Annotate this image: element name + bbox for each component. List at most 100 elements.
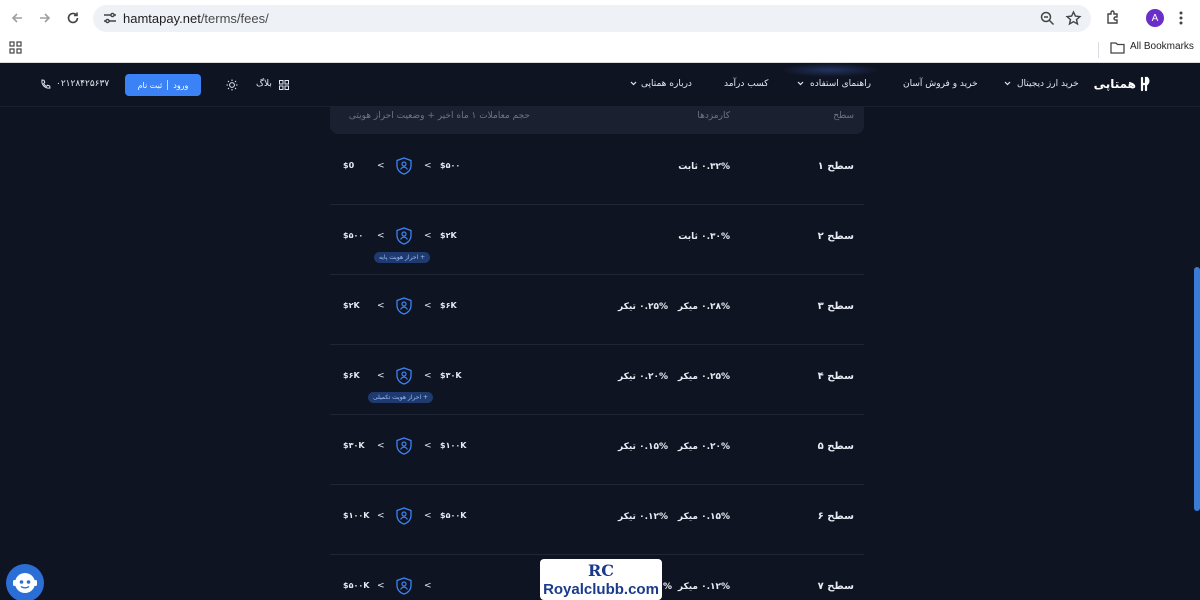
less-than-sign: < <box>377 231 385 241</box>
row-max-volume: $۱۰۰K <box>440 441 467 450</box>
header-glow <box>780 63 880 77</box>
user-shield-icon <box>396 157 412 175</box>
row-max-volume: $۶K <box>440 301 457 310</box>
toolbar: hamtapay.net/terms/fees/ A <box>0 0 1200 37</box>
login-label[interactable]: ورود <box>173 81 188 90</box>
row-maker-fee: ۰.۳۰% ثابت <box>678 232 730 242</box>
user-shield-icon <box>396 507 412 525</box>
phone-icon <box>41 79 51 89</box>
site-settings-icon[interactable] <box>102 10 118 26</box>
nav-blog[interactable]: بلاگ <box>256 79 272 89</box>
forward-button[interactable] <box>34 7 56 29</box>
table-row: سطح ۵ ۰.۲۰% میکر ۰.۱۵% تیکر $۱۰۰K < < $۳… <box>330 415 864 485</box>
less-than-sign: < <box>424 441 432 451</box>
nav-earn[interactable]: کسب درآمد <box>724 79 768 89</box>
row-maker-fee: ۰.۲۰% میکر <box>677 442 730 452</box>
more-menu-icon[interactable] <box>1176 10 1186 26</box>
table-row: سطح ۱ ۰.۳۲% ثابت $۵۰۰ < < $0 <box>330 135 864 205</box>
zoom-icon[interactable] <box>1039 10 1056 27</box>
nav-about[interactable]: درباره همتاپی <box>641 79 692 89</box>
bookmarks-bar: All Bookmarks <box>0 37 1200 63</box>
row-min-volume: $۱۰۰K <box>343 511 370 520</box>
kyc-badge: + احراز هویت تکمیلی <box>368 392 434 403</box>
reload-icon <box>67 12 79 24</box>
user-shield-icon <box>396 227 412 245</box>
chat-bot-icon <box>13 573 37 593</box>
hamtapay-logo-icon[interactable] <box>1139 76 1155 92</box>
row-max-volume: $۵۰۰K <box>440 511 467 520</box>
site-header: همتاپی خرید ارز دیجیتال خرید و فروش آسان… <box>0 63 1200 107</box>
row-max-volume: $۳۰K <box>440 371 462 380</box>
row-min-volume: $۶K <box>343 371 360 380</box>
user-shield-icon <box>396 577 412 595</box>
header-level: سطح <box>833 111 854 121</box>
folder-icon <box>1110 42 1125 54</box>
row-maker-fee: ۰.۲۸% میکر <box>677 302 730 312</box>
scrollbar-thumb[interactable] <box>1194 267 1200 511</box>
header-fees: کارمزدها <box>697 111 730 121</box>
less-than-sign: < <box>424 231 432 241</box>
row-min-volume: $۲K <box>343 301 360 310</box>
user-shield-icon <box>396 367 412 385</box>
user-shield-icon <box>396 297 412 315</box>
row-level: سطح ۶ <box>817 511 854 522</box>
bookmark-star-icon[interactable] <box>1065 10 1082 27</box>
blog-grid-icon <box>279 80 289 90</box>
all-bookmarks-link[interactable]: All Bookmarks <box>1130 41 1194 52</box>
row-min-volume: $۵۰۰K <box>343 581 370 590</box>
logo-text[interactable]: همتاپی <box>1092 77 1136 91</box>
watermark-site: Royalclubb.com <box>543 581 659 598</box>
fee-table-header: سطح کارمزدها حجم معاملات ۱ ماه اخیر + وض… <box>330 107 864 134</box>
table-row: سطح ۴ ۰.۲۵% میکر ۰.۲۰% تیکر $۳۰K < < $۶K… <box>330 345 864 415</box>
less-than-sign: < <box>377 441 385 451</box>
less-than-sign: < <box>377 511 385 521</box>
sun-icon[interactable] <box>226 79 238 91</box>
table-row: سطح ۶ ۰.۱۵% میکر ۰.۱۲% تیکر $۵۰۰K < < $۱… <box>330 485 864 555</box>
row-maker-fee: ۰.۱۵% میکر <box>677 512 730 522</box>
bookmarks-divider <box>1098 42 1099 58</box>
less-than-sign: < <box>424 371 432 381</box>
forward-arrow-icon <box>40 13 51 23</box>
row-taker-fee: ۰.۱۲% تیکر <box>618 512 668 522</box>
row-taker-fee: ۰.۲۰% تیکر <box>618 372 668 382</box>
row-max-volume: $۵۰۰ <box>440 161 461 170</box>
support-chat-button[interactable] <box>6 564 44 600</box>
profile-avatar[interactable]: A <box>1146 9 1164 27</box>
row-level: سطح ۳ <box>817 301 854 312</box>
signup-label[interactable]: ثبت نام <box>138 81 163 90</box>
less-than-sign: < <box>424 161 432 171</box>
row-level: سطح ۱ <box>817 161 854 172</box>
less-than-sign: < <box>424 511 432 521</box>
nav-buy-sell-easy[interactable]: خرید و فروش آسان <box>903 79 978 89</box>
nav-guide[interactable]: راهنمای استفاده <box>810 79 871 89</box>
avatar-letter: A <box>1151 12 1159 24</box>
row-min-volume: $۵۰۰ <box>343 231 364 240</box>
row-level: سطح ۲ <box>817 231 854 242</box>
less-than-sign: < <box>424 301 432 311</box>
row-level: سطح ۴ <box>817 371 854 382</box>
back-button[interactable] <box>6 7 28 29</box>
table-row: سطح ۲ ۰.۳۰% ثابت $۲K < < $۵۰۰ + احراز هو… <box>330 205 864 275</box>
less-than-sign: < <box>377 161 385 171</box>
apps-grid-icon[interactable] <box>9 41 22 54</box>
row-min-volume: $0 <box>343 161 355 170</box>
chevron-down-icon <box>797 81 804 86</box>
row-taker-fee: % <box>662 582 672 592</box>
watermark-mark: RC <box>587 561 615 580</box>
kyc-badge: + احراز هویت پایه <box>374 252 431 263</box>
less-than-sign: < <box>377 371 385 381</box>
row-maker-fee: ۰.۱۲% میکر <box>677 582 730 592</box>
login-signup-button[interactable]: ورود ثبت نام <box>125 74 201 96</box>
row-maker-fee: ۰.۲۵% میکر <box>677 372 730 382</box>
less-than-sign: < <box>424 581 432 591</box>
address-bar[interactable]: hamtapay.net/terms/fees/ <box>93 5 1091 32</box>
back-arrow-icon <box>11 13 22 23</box>
extensions-icon[interactable] <box>1103 8 1123 28</box>
chevron-down-icon <box>1004 81 1011 86</box>
row-level: سطح ۷ <box>817 581 854 592</box>
nav-buy-digital[interactable]: خرید ارز دیجیتال <box>1017 79 1079 89</box>
table-row: سطح ۳ ۰.۲۸% میکر ۰.۲۵% تیکر $۶K < < $۲K <box>330 275 864 345</box>
phone-number[interactable]: ۰۲۱۲۸۴۲۵۶۳۷ <box>56 79 109 89</box>
reload-button[interactable] <box>62 7 84 29</box>
less-than-sign: < <box>377 581 385 591</box>
